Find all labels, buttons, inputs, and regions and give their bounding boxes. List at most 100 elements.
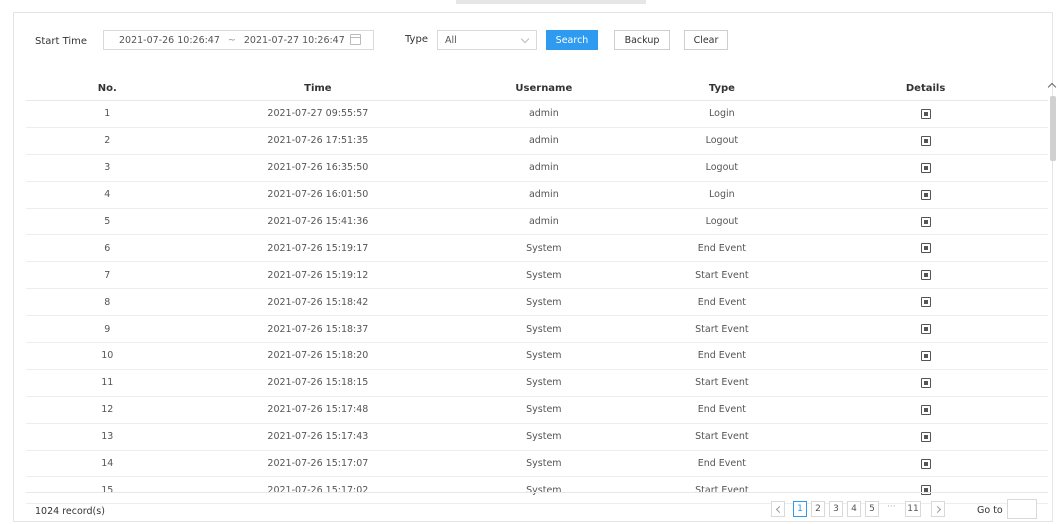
cell-username: System bbox=[526, 484, 562, 496]
header-username[interactable]: Username bbox=[447, 76, 640, 100]
table-row[interactable]: 3 2021-07-26 16:35:50 admin Logout bbox=[26, 155, 1048, 182]
top-strip bbox=[456, 0, 646, 4]
cell-time: 2021-07-26 15:41:36 bbox=[267, 216, 369, 227]
cell-type: Start Event bbox=[695, 484, 749, 496]
cell-username: admin bbox=[528, 216, 559, 227]
details-icon[interactable] bbox=[920, 458, 931, 469]
cell-username: System bbox=[526, 458, 562, 470]
clear-button[interactable]: Clear bbox=[684, 30, 728, 50]
page-2-button[interactable]: 2 bbox=[811, 501, 825, 517]
cell-no: 8 bbox=[104, 296, 111, 308]
page-3-button[interactable]: 3 bbox=[829, 501, 843, 517]
prev-page-button[interactable] bbox=[771, 501, 785, 517]
goto-label: Go to bbox=[977, 505, 1003, 516]
details-icon[interactable] bbox=[920, 270, 931, 281]
details-icon[interactable] bbox=[920, 431, 931, 442]
header-details[interactable]: Details bbox=[803, 76, 1048, 100]
cell-username: System bbox=[526, 350, 562, 362]
goto-page-input[interactable] bbox=[1007, 499, 1037, 519]
table-row[interactable]: 5 2021-07-26 15:41:36 admin Logout bbox=[26, 209, 1048, 236]
details-icon[interactable] bbox=[920, 162, 931, 173]
cell-time: 2021-07-26 16:01:50 bbox=[267, 189, 369, 201]
cell-no: 14 bbox=[101, 458, 114, 470]
cell-details bbox=[803, 343, 1048, 369]
date-range-picker[interactable]: 2021-07-26 10:26:47 ~ 2021-07-27 10:26:4… bbox=[103, 30, 374, 50]
backup-button[interactable]: Backup bbox=[614, 30, 670, 50]
cell-time: 2021-07-26 15:19:12 bbox=[267, 269, 369, 281]
details-icon[interactable] bbox=[920, 297, 931, 308]
page-4-button[interactable]: 4 bbox=[847, 501, 861, 517]
cell-time: 2021-07-26 15:18:20 bbox=[267, 350, 369, 362]
cell-no: 15 bbox=[101, 484, 114, 496]
table-row[interactable]: 6 2021-07-26 15:19:17 System End Event bbox=[26, 235, 1048, 263]
next-page-button[interactable] bbox=[931, 501, 945, 517]
table-row[interactable]: 14 2021-07-26 15:17:07 System End Event bbox=[26, 451, 1048, 478]
cell-details bbox=[803, 397, 1048, 423]
footer-divider bbox=[26, 492, 1048, 493]
cell-time: 2021-07-26 16:35:50 bbox=[267, 162, 369, 174]
details-icon[interactable] bbox=[920, 485, 931, 496]
cell-username: System bbox=[526, 242, 562, 254]
cell-details bbox=[803, 235, 1048, 261]
chevron-right-icon bbox=[933, 505, 941, 513]
cell-username: System bbox=[526, 377, 562, 389]
cell-details bbox=[803, 101, 1048, 127]
details-icon[interactable] bbox=[920, 324, 931, 335]
details-icon[interactable] bbox=[920, 377, 931, 388]
cell-time: 2021-07-26 15:18:37 bbox=[267, 323, 369, 335]
table-row[interactable]: 13 2021-07-26 15:17:43 System Start Event bbox=[26, 424, 1048, 451]
table-row[interactable]: 8 2021-07-26 15:18:42 System End Event bbox=[26, 289, 1048, 317]
cell-no: 6 bbox=[104, 242, 111, 254]
page-11-button[interactable]: 11 bbox=[905, 501, 921, 517]
cell-type: Login bbox=[709, 189, 735, 201]
page-ellipsis[interactable]: ··· bbox=[887, 502, 896, 512]
details-icon[interactable] bbox=[920, 189, 931, 200]
header-no[interactable]: No. bbox=[26, 76, 189, 100]
details-icon[interactable] bbox=[920, 350, 931, 361]
cell-username: System bbox=[526, 323, 562, 335]
cell-type: End Event bbox=[697, 458, 747, 470]
cell-no: 1 bbox=[104, 108, 111, 120]
cell-no: 10 bbox=[101, 350, 114, 362]
cell-details bbox=[803, 182, 1048, 208]
table-row[interactable]: 4 2021-07-26 16:01:50 admin Login bbox=[26, 182, 1048, 209]
details-icon[interactable] bbox=[920, 216, 931, 227]
details-icon[interactable] bbox=[920, 404, 931, 415]
search-button[interactable]: Search bbox=[546, 30, 598, 50]
range-separator: ~ bbox=[227, 34, 236, 46]
page-1-button[interactable]: 1 bbox=[793, 501, 807, 517]
cell-type: End Event bbox=[697, 350, 747, 362]
cell-time: 2021-07-26 15:18:15 bbox=[267, 377, 369, 389]
details-icon[interactable] bbox=[920, 108, 931, 119]
header-time[interactable]: Time bbox=[189, 76, 448, 100]
type-select-value: All bbox=[445, 35, 457, 46]
table-row[interactable]: 9 2021-07-26 15:18:37 System Start Event bbox=[26, 316, 1048, 344]
scroll-thumb[interactable] bbox=[1050, 96, 1056, 161]
cell-type: Start Event bbox=[695, 323, 749, 335]
cell-time: 2021-07-26 15:17:48 bbox=[267, 404, 369, 416]
cell-type: End Event bbox=[697, 404, 747, 416]
table-row[interactable]: 12 2021-07-26 15:17:48 System End Event bbox=[26, 397, 1048, 424]
cell-time: 2021-07-26 15:17:07 bbox=[267, 458, 369, 470]
cell-username: admin bbox=[528, 135, 559, 147]
chevron-left-icon bbox=[775, 505, 783, 513]
table-row[interactable]: 11 2021-07-26 15:18:15 System Start Event bbox=[26, 370, 1048, 397]
type-select[interactable]: All bbox=[437, 30, 537, 50]
header-type[interactable]: Type bbox=[641, 76, 804, 100]
cell-no: 9 bbox=[104, 323, 111, 335]
details-icon[interactable] bbox=[920, 243, 931, 254]
cell-type: Start Event bbox=[695, 377, 749, 389]
details-icon[interactable] bbox=[920, 135, 931, 146]
scrollbar[interactable] bbox=[1050, 96, 1056, 490]
page-5-button[interactable]: 5 bbox=[865, 501, 879, 517]
cell-type: Logout bbox=[705, 135, 739, 147]
table-row[interactable]: 10 2021-07-26 15:18:20 System End Event bbox=[26, 343, 1048, 370]
cell-details bbox=[803, 155, 1048, 181]
table-row[interactable]: 15 2021-07-26 15:17:02 System Start Event bbox=[26, 477, 1048, 505]
cell-details bbox=[803, 424, 1048, 450]
table-row[interactable]: 1 2021-07-27 09:55:57 admin Login bbox=[26, 101, 1048, 128]
cell-details bbox=[803, 128, 1048, 154]
table-row[interactable]: 2 2021-07-26 17:51:35 admin Logout bbox=[26, 128, 1048, 155]
calendar-icon[interactable] bbox=[350, 34, 361, 45]
table-row[interactable]: 7 2021-07-26 15:19:12 System Start Event bbox=[26, 262, 1048, 290]
